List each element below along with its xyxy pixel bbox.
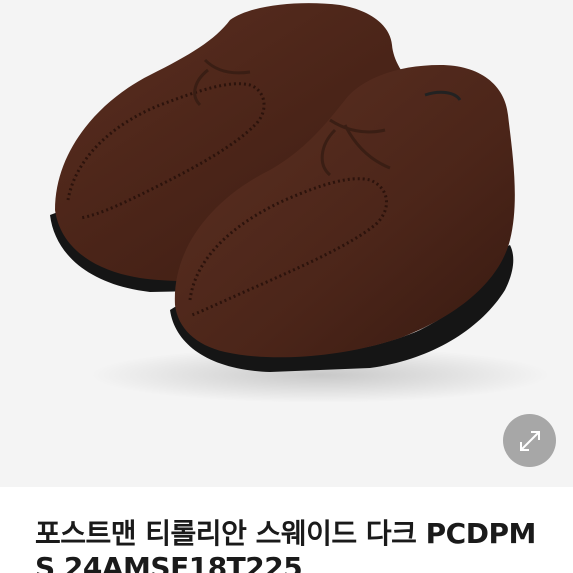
product-title: 포스트맨 티롤리안 스웨이드 다크 PCDPMS 24AMSF18T225 (35, 517, 536, 573)
expand-arrows-icon (519, 430, 540, 451)
product-info: 포스트맨 티롤리안 스웨이드 다크 PCDPMS 24AMSF18T225 (0, 487, 573, 573)
expand-image-button[interactable] (503, 414, 556, 467)
shoe-photo (50, 3, 550, 403)
product-image[interactable] (0, 0, 573, 487)
